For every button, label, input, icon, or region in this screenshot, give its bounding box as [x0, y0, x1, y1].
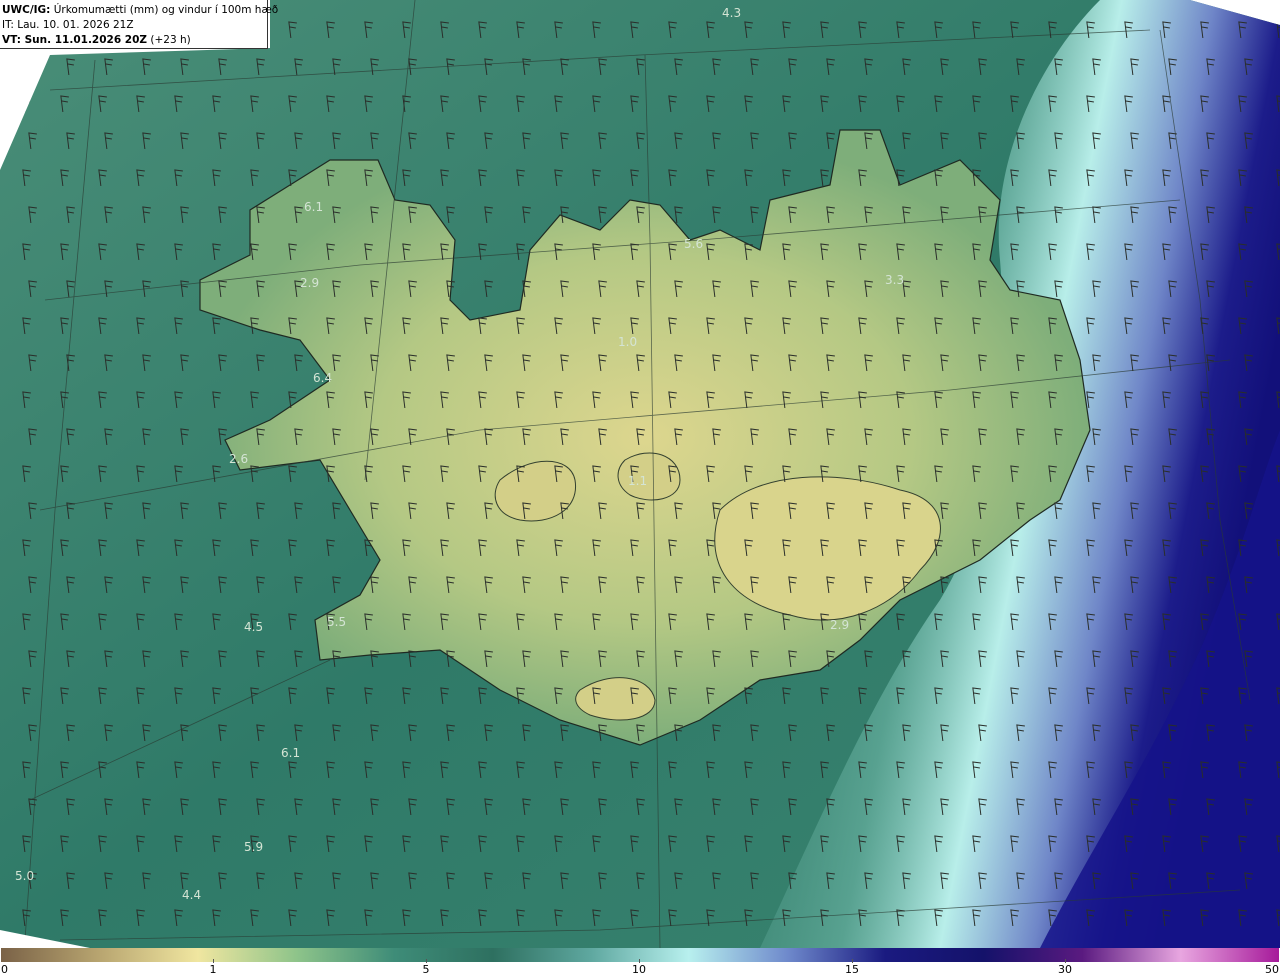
map-value: 6.1 [304, 200, 323, 214]
map-value: 1.0 [618, 335, 637, 349]
map-value: 5.9 [244, 840, 263, 854]
colorbar-tick-label: 15 [845, 963, 859, 976]
colorbar-tick-label: 0 [1, 963, 8, 976]
colorbar-tick-label: 10 [632, 963, 646, 976]
map-value: 6.4 [313, 371, 332, 385]
map-value: 3.3 [885, 273, 904, 287]
map-value: 5.5 [327, 615, 346, 629]
map-value: 4.4 [182, 888, 201, 902]
map-value: 4.5 [244, 620, 263, 634]
map-value: 2.9 [830, 618, 849, 632]
map-value: 5.6 [684, 237, 703, 251]
map-value: 2.9 [300, 276, 319, 290]
valid-time: VT: Sun. 11.01.2026 20Z [2, 34, 148, 46]
map-value: 1.1 [628, 474, 647, 488]
map-value: 2.6 [229, 452, 248, 466]
map-title: Úrkomumætti (mm) og vindur í 100m hæð [53, 4, 279, 16]
colorbar-tick-label: 1 [209, 963, 217, 976]
lead-time: (+23 h) [150, 34, 191, 46]
map-header: UWC/IG: Úrkomumætti (mm) og vindur í 100… [0, 0, 278, 49]
colorbar-tick-label: 30 [1058, 963, 1072, 976]
colorbar-tick-label: 50 [1265, 963, 1279, 976]
forecast-map: 4.3 6.1 5.6 2.9 3.3 6.4 1.0 2.6 1.1 4.5 … [0, 0, 1280, 948]
model-label: UWC/IG: [2, 4, 51, 16]
colorbar-tick-label: 5 [422, 963, 430, 976]
colorbar: 0 1 5 10 15 30 50 [0, 948, 1280, 978]
map-value: 6.1 [281, 746, 300, 760]
init-time: IT: Lau. 10. 01. 2026 21Z [2, 19, 134, 31]
map-value: 5.0 [15, 869, 34, 883]
colorbar-gradient [1, 948, 1279, 962]
map-value: 4.3 [722, 6, 741, 20]
